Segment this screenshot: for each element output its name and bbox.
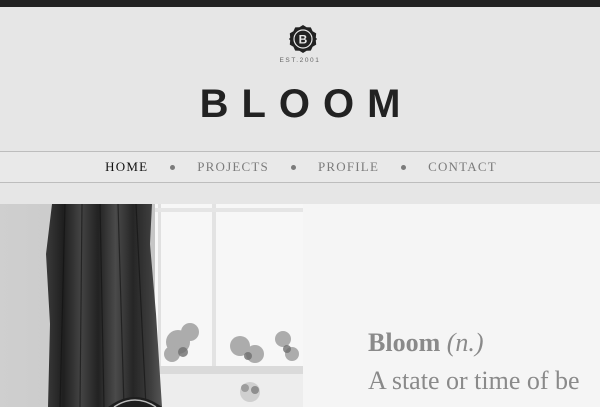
- nav-item-projects[interactable]: PROJECTS: [197, 159, 269, 175]
- hero-definition: A state or time of be: [368, 366, 580, 395]
- hero-term: Bloom (n.): [368, 328, 484, 358]
- site-logo[interactable]: BLOOM: [0, 82, 600, 127]
- main-nav: HOME PROJECTS PROFILE CONTACT: [0, 151, 600, 183]
- logo-badge-icon[interactable]: B: [288, 24, 318, 54]
- nav-separator-dot: [401, 164, 407, 170]
- header-spacer: [0, 183, 600, 204]
- hero-text-panel: Bloom (n.) A state or time of be: [303, 204, 600, 407]
- hero-photo: [0, 204, 303, 407]
- badge-letter: B: [299, 33, 308, 47]
- nav-item-contact[interactable]: CONTACT: [428, 159, 497, 175]
- nav-separator-dot: [290, 164, 296, 170]
- established-text: EST.2001: [279, 57, 321, 64]
- nav-item-home[interactable]: HOME: [105, 159, 148, 175]
- nav-separator-dot: [170, 164, 176, 170]
- term-word: Bloom: [368, 328, 441, 357]
- part-of-speech: (n.): [446, 328, 484, 357]
- nav-item-profile[interactable]: PROFILE: [318, 159, 379, 175]
- top-bar: [0, 0, 600, 7]
